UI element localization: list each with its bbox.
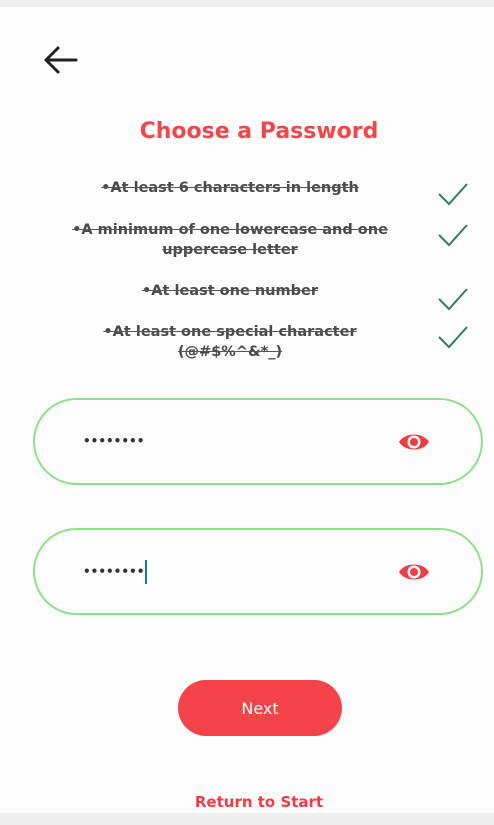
eye-icon[interactable]: [397, 428, 431, 456]
confirm-password-field[interactable]: ••••••••: [33, 528, 483, 615]
text-caret: [145, 560, 148, 584]
checkmark-icon: [438, 326, 468, 349]
eye-icon[interactable]: [397, 558, 431, 586]
password-field[interactable]: ••••••••: [33, 398, 483, 485]
arrow-left-icon: [44, 46, 78, 74]
checkmark-icon: [438, 183, 468, 206]
checkmark-icon: [438, 288, 468, 311]
checkmark-icon: [438, 224, 468, 247]
requirement-special: •At least one special character (@#$%^&*…: [103, 324, 357, 360]
password-input[interactable]: ••••••••: [83, 430, 144, 452]
return-to-start-link[interactable]: Return to Start: [0, 793, 494, 811]
back-button[interactable]: [40, 43, 80, 77]
next-button[interactable]: Next: [178, 680, 342, 736]
requirement-number: •At least one number: [142, 283, 318, 299]
confirm-password-value: ••••••••: [83, 564, 145, 579]
requirement-case: •A minimum of one lowercase and one uppe…: [72, 222, 388, 258]
page-title: Choose a Password: [139, 119, 379, 144]
password-screen: Choose a Password •At least 6 characters…: [0, 7, 494, 813]
confirm-password-input[interactable]: ••••••••: [83, 560, 148, 584]
requirement-length: •At least 6 characters in length: [101, 180, 359, 196]
